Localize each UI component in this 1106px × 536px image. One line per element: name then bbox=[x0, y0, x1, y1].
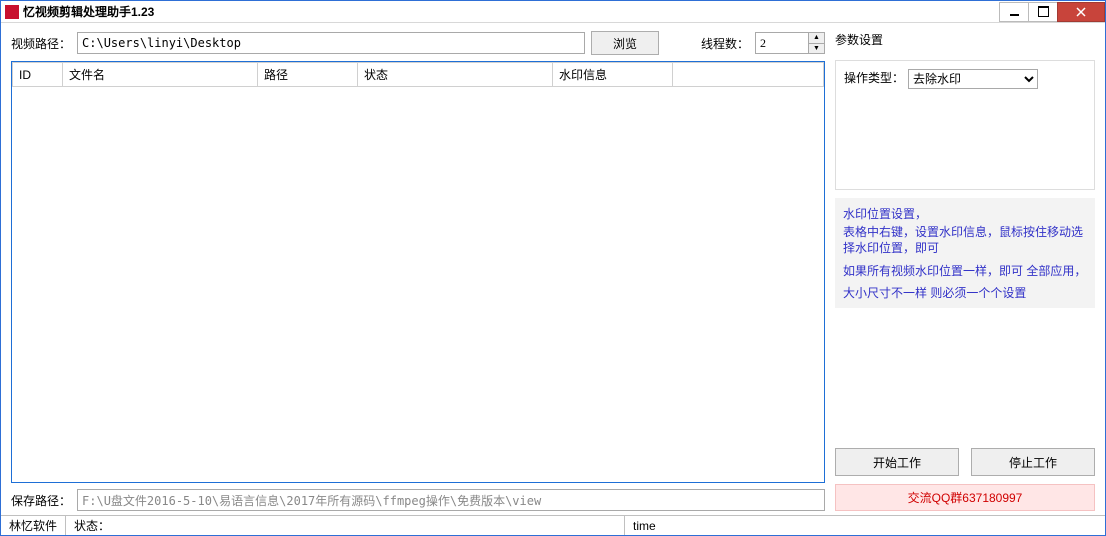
close-button[interactable] bbox=[1057, 2, 1105, 22]
titlebar: 忆视频剪辑处理助手1.23 bbox=[1, 1, 1105, 23]
statusbar: 林忆软件 状态： time bbox=[1, 515, 1105, 535]
spinner-down-icon[interactable]: ▼ bbox=[809, 43, 825, 55]
app-window: 忆视频剪辑处理助手1.23 视频路径： 浏览 线程数： ▲ ▼ bbox=[0, 0, 1106, 536]
hint-line: 水印位置设置， bbox=[843, 206, 1087, 222]
save-path-label: 保存路径： bbox=[11, 492, 71, 509]
status-time: time bbox=[625, 516, 1105, 535]
start-button[interactable]: 开始工作 bbox=[835, 448, 959, 476]
browse-button[interactable]: 浏览 bbox=[591, 31, 659, 55]
thread-count-input[interactable] bbox=[755, 32, 809, 54]
qq-group-box: 交流QQ群637180997 bbox=[835, 484, 1095, 511]
hint-line: 表格中右键，设置水印信息，鼠标按住移动选择水印位置，即可 bbox=[843, 224, 1087, 256]
col-id[interactable]: ID bbox=[13, 63, 63, 87]
table-empty bbox=[13, 87, 824, 467]
save-path-input[interactable] bbox=[77, 489, 825, 511]
hints-panel: 水印位置设置， 表格中右键，设置水印信息，鼠标按住移动选择水印位置，即可 如果所… bbox=[835, 198, 1095, 308]
maximize-button[interactable] bbox=[1028, 2, 1058, 22]
stop-button[interactable]: 停止工作 bbox=[971, 448, 1095, 476]
col-watermark[interactable]: 水印信息 bbox=[553, 63, 673, 87]
thread-count-spinner[interactable]: ▲ ▼ bbox=[755, 32, 825, 54]
col-extra[interactable] bbox=[673, 63, 824, 87]
col-status[interactable]: 状态 bbox=[358, 63, 553, 87]
op-type-select[interactable]: 去除水印 bbox=[908, 69, 1038, 89]
thread-count-label: 线程数： bbox=[701, 35, 749, 52]
params-title: 参数设置 bbox=[835, 31, 1095, 48]
col-path[interactable]: 路径 bbox=[258, 63, 358, 87]
hint-line: 如果所有视频水印位置一样，即可 全部应用， bbox=[843, 263, 1087, 279]
window-title: 忆视频剪辑处理助手1.23 bbox=[23, 3, 1000, 20]
video-path-label: 视频路径： bbox=[11, 35, 71, 52]
file-table[interactable]: ID 文件名 路径 状态 水印信息 bbox=[11, 61, 825, 483]
video-path-input[interactable] bbox=[77, 32, 585, 54]
status-state: 状态： bbox=[66, 516, 625, 535]
app-icon bbox=[5, 5, 19, 19]
col-filename[interactable]: 文件名 bbox=[63, 63, 258, 87]
minimize-button[interactable] bbox=[999, 2, 1029, 22]
op-type-label: 操作类型： bbox=[844, 69, 904, 86]
status-brand: 林忆软件 bbox=[1, 516, 66, 535]
params-panel: 操作类型： 去除水印 bbox=[835, 60, 1095, 190]
hint-line: 大小尺寸不一样 则必须一个个设置 bbox=[843, 285, 1087, 301]
spinner-up-icon[interactable]: ▲ bbox=[809, 32, 825, 43]
